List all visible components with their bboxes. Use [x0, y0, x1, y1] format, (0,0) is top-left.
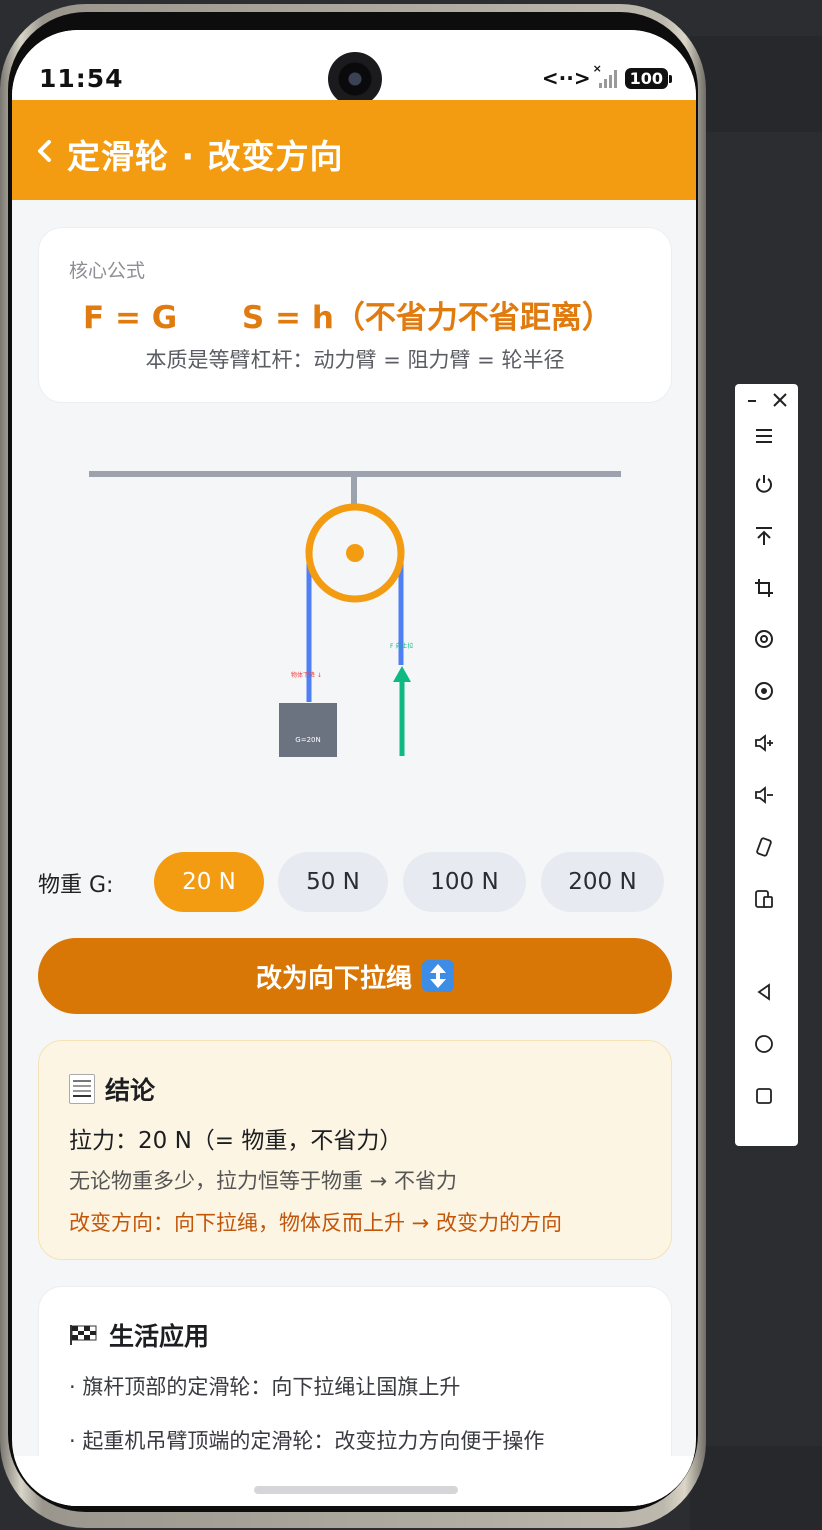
conclusion-title: 结论	[69, 1071, 155, 1107]
conclusion-pull-force: 拉力：20 N（= 物重，不省力）	[69, 1128, 403, 1154]
applications-title-text: 生活应用	[109, 1322, 210, 1351]
pulley-axle	[346, 544, 364, 562]
gesture-bar	[12, 1456, 696, 1506]
volume-up-icon[interactable]	[749, 728, 779, 758]
signal-icon: ×	[593, 62, 617, 88]
home-indicator[interactable]	[254, 1486, 458, 1494]
status-time: 11:54	[39, 64, 124, 93]
application-item: · 旗杆顶部的定滑轮：向下拉绳让国旗上升	[69, 1375, 461, 1399]
weight-option-200[interactable]: 200 N	[541, 852, 664, 912]
toggle-button-label: 改为向下拉绳	[255, 963, 412, 994]
back-icon[interactable]	[32, 138, 58, 164]
weight-option-100[interactable]: 100 N	[403, 852, 526, 912]
status-bar: 11:54 <··> × 100	[12, 30, 696, 106]
screenshot-icon[interactable]	[749, 624, 779, 654]
force-arrow-head	[393, 666, 411, 682]
battery-icon: 100	[624, 67, 673, 89]
desktop-background-panel-bottom	[690, 1446, 822, 1530]
rotate-icon[interactable]	[749, 832, 779, 862]
no-service-icon: ×	[592, 62, 602, 75]
app-header: 定滑轮 · 改变方向	[12, 100, 696, 200]
weight-block	[279, 703, 337, 757]
multi-screen-icon[interactable]	[749, 884, 779, 914]
phone-screen: 11:54 <··> × 100 定滑轮 · 改变方向 核心公式 F = G S…	[12, 30, 696, 1506]
formula-note: 本质是等臂杠杆：动力臂 = 阻力臂 = 轮半径	[145, 348, 565, 372]
data-transfer-icon: <··>	[541, 66, 591, 90]
nav-back-icon[interactable]	[749, 977, 779, 1007]
conclusion-card: 结论 拉力：20 N（= 物重，不省力） 无论物重多少，拉力恒等于物重 → 不省…	[38, 1040, 672, 1260]
nav-home-icon[interactable]	[749, 1029, 779, 1059]
conclusion-direction: 改变方向：向下拉绳，物体反而上升 → 改变力的方向	[69, 1211, 562, 1235]
minimize-icon[interactable]	[738, 385, 768, 415]
force-label: F 向上拉	[390, 642, 413, 650]
pulley-diagram: G=20N 物体下降 ↓ F 向上拉	[89, 471, 621, 757]
formula-label: 核心公式	[69, 260, 146, 282]
desktop-background-panel	[690, 36, 822, 132]
toggle-pull-direction-button[interactable]: 改为向下拉绳	[38, 938, 672, 1014]
volume-down-icon[interactable]	[749, 780, 779, 810]
weight-block-label: G=20N	[295, 736, 320, 744]
page-title: 定滑轮 · 改变方向	[67, 137, 344, 176]
power-icon[interactable]	[749, 469, 779, 499]
application-item: · 起重机吊臂顶端的定滑轮：改变拉力方向便于操作	[69, 1429, 545, 1453]
front-camera	[328, 52, 382, 106]
weight-option-50[interactable]: 50 N	[278, 852, 388, 912]
status-icons: <··> × 100	[541, 62, 673, 90]
close-icon[interactable]	[765, 385, 795, 415]
emulator-toolbar	[735, 384, 798, 1146]
conclusion-explanation: 无论物重多少，拉力恒等于物重 → 不省力	[69, 1169, 457, 1193]
applications-title: 生活应用	[69, 1317, 209, 1353]
nav-recent-icon[interactable]	[749, 1081, 779, 1111]
receipt-icon	[69, 1074, 95, 1104]
weight-selector: 物重 G: 20 N 50 N 100 N 200 N	[12, 850, 696, 914]
formula-card: 核心公式 F = G S = h（不省力不省距离） 本质是等臂杠杆：动力臂 = …	[38, 227, 672, 403]
conclusion-title-text: 结论	[105, 1076, 156, 1105]
checkered-flag-icon	[70, 1325, 97, 1345]
weight-selector-label: 物重 G:	[38, 873, 114, 898]
record-icon[interactable]	[749, 676, 779, 706]
object-motion-label: 物体下降 ↓	[291, 671, 322, 679]
formula-text: F = G S = h（不省力不省距离）	[83, 300, 613, 336]
up-down-arrow-icon	[422, 960, 454, 992]
crop-icon[interactable]	[749, 573, 779, 603]
to-top-icon[interactable]	[749, 521, 779, 551]
weight-option-20[interactable]: 20 N	[154, 852, 264, 912]
menu-icon[interactable]	[749, 421, 779, 451]
